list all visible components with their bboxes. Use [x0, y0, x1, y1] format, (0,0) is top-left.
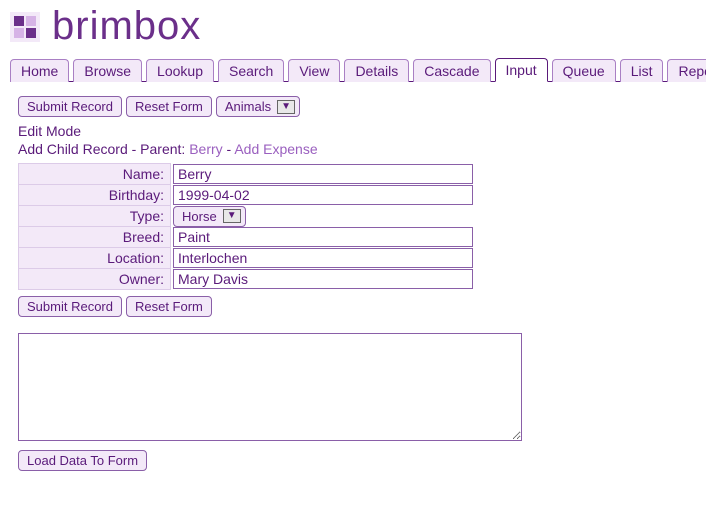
parent-prefix: Add Child Record - Parent: — [18, 141, 189, 157]
birthday-input[interactable] — [173, 185, 473, 205]
parent-separator: - — [223, 141, 235, 157]
location-label: Location: — [19, 248, 171, 269]
tab-home[interactable]: Home — [10, 59, 69, 82]
tab-cascade[interactable]: Cascade — [413, 59, 490, 82]
parent-record-link[interactable]: Berry — [189, 141, 222, 157]
tab-browse[interactable]: Browse — [73, 59, 142, 82]
owner-input[interactable] — [173, 269, 473, 289]
tab-view[interactable]: View — [288, 59, 340, 82]
type-value: Horse — [182, 209, 217, 224]
record-type-value: Animals — [225, 99, 271, 114]
add-expense-link[interactable]: Add Expense — [234, 141, 317, 157]
submit-record-button-bottom[interactable]: Submit Record — [18, 296, 122, 317]
main-tabs: Home Browse Lookup Search View Details C… — [10, 57, 706, 82]
tab-search[interactable]: Search — [218, 59, 284, 82]
record-type-dropdown[interactable]: Animals ▼ — [216, 96, 300, 117]
brand-title: brimbox — [52, 4, 201, 49]
name-label: Name: — [19, 164, 171, 185]
type-dropdown[interactable]: Horse ▼ — [173, 206, 246, 227]
chevron-down-icon: ▼ — [277, 100, 295, 114]
birthday-label: Birthday: — [19, 185, 171, 206]
tab-reports[interactable]: Reports — [667, 59, 706, 82]
brand-logo-icon — [10, 12, 40, 42]
reset-form-button-bottom[interactable]: Reset Form — [126, 296, 212, 317]
name-input[interactable] — [173, 164, 473, 184]
parent-line: Add Child Record - Parent: Berry - Add E… — [18, 141, 688, 157]
reset-form-button-top[interactable]: Reset Form — [126, 96, 212, 117]
tab-lookup[interactable]: Lookup — [146, 59, 214, 82]
load-data-button[interactable]: Load Data To Form — [18, 450, 147, 471]
breed-input[interactable] — [173, 227, 473, 247]
tab-list[interactable]: List — [620, 59, 664, 82]
tab-details[interactable]: Details — [344, 59, 409, 82]
data-textarea[interactable] — [18, 333, 522, 441]
owner-label: Owner: — [19, 269, 171, 290]
edit-mode-label: Edit Mode — [18, 123, 688, 139]
breed-label: Breed: — [19, 227, 171, 248]
location-input[interactable] — [173, 248, 473, 268]
type-label: Type: — [19, 206, 171, 227]
chevron-down-icon: ▼ — [223, 209, 241, 223]
submit-record-button-top[interactable]: Submit Record — [18, 96, 122, 117]
tab-queue[interactable]: Queue — [552, 59, 616, 82]
tab-input[interactable]: Input — [495, 58, 548, 82]
